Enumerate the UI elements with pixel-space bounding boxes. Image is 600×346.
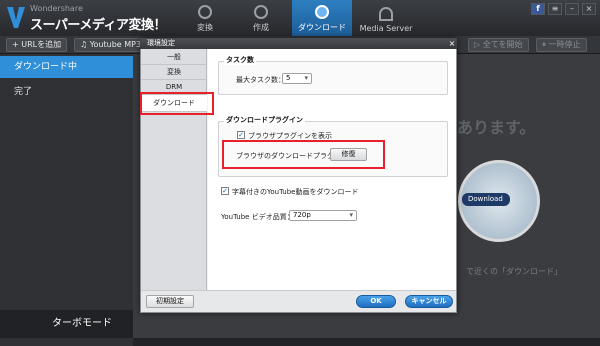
nav-item-convert[interactable]: 変換: [141, 65, 207, 80]
minimize-button[interactable]: –: [565, 3, 579, 15]
highlight-box-repair: [222, 140, 385, 169]
pause-all-button[interactable]: ⏸ 一時停止: [536, 38, 587, 52]
ok-button[interactable]: OK: [356, 295, 396, 308]
hint-text: で近くの「ダウンロード」: [466, 267, 562, 276]
tab-create[interactable]: 作成: [238, 0, 284, 36]
quality-select[interactable]: 720p: [289, 210, 357, 221]
tab-download-label: ダウンロード: [298, 23, 346, 32]
turbo-mode-label[interactable]: ターボモード: [0, 310, 133, 338]
add-url-button[interactable]: + URLを追加: [6, 38, 68, 52]
download-icon: [315, 5, 329, 19]
download-pill: Download: [462, 193, 510, 206]
wifi-icon: [379, 7, 393, 21]
disc-icon: [254, 5, 268, 19]
facebook-icon[interactable]: f: [531, 3, 545, 15]
highlight-box-download-nav: [140, 92, 214, 115]
subtitle-option-label: 字幕付きのYouTube動画をダウンロード: [232, 188, 359, 196]
subtitle-checkbox[interactable]: ✓: [221, 187, 229, 195]
tab-convert[interactable]: 変換: [184, 0, 226, 36]
max-tasks-select[interactable]: 5: [282, 73, 312, 84]
start-all-button[interactable]: ▷ 全てを開始: [468, 38, 529, 52]
app-window: Wondershare スーパーメディア変換！ 変換 作成 ダウンロード Med…: [0, 0, 600, 346]
status-strip: [133, 338, 600, 346]
tab-convert-label: 変換: [197, 23, 213, 32]
tab-media-server-label: Media Server: [359, 24, 413, 33]
quality-label: YouTube ビデオ品質：: [221, 213, 294, 221]
reset-defaults-button[interactable]: 初期設定: [146, 295, 194, 308]
tab-create-label: 作成: [253, 23, 269, 32]
app-logo-icon: [7, 7, 25, 28]
nav-item-general[interactable]: 一般: [141, 50, 207, 65]
brand-name: スーパーメディア変換！: [30, 18, 166, 33]
empty-message: あります。: [457, 118, 536, 137]
show-plugin-checkbox[interactable]: ✓: [237, 131, 245, 139]
dialog-close-button[interactable]: ×: [447, 38, 457, 49]
menu-button[interactable]: ≡: [548, 3, 562, 15]
sidebar-item-completed[interactable]: 完了: [0, 82, 133, 102]
close-button[interactable]: ×: [582, 3, 596, 15]
dialog-title: 環境設定: [140, 38, 457, 49]
cancel-button[interactable]: キャンセル: [405, 295, 453, 308]
tab-download[interactable]: ダウンロード: [292, 0, 352, 36]
youtube-mp3-button[interactable]: ♫ Youtube MP3: [74, 38, 148, 52]
window-controls: f ≡ – ×: [531, 3, 596, 15]
task-count-title: タスク数: [224, 55, 256, 65]
brand-name-small: Wondershare: [30, 4, 83, 13]
max-tasks-label: 最大タスク数：: [236, 76, 285, 84]
tab-media-server[interactable]: Media Server: [356, 0, 416, 36]
sidebar-item-downloading[interactable]: ダウンロード中: [0, 56, 133, 78]
download-plugin-title: ダウンロードプラグイン: [224, 115, 305, 125]
convert-icon: [198, 5, 212, 19]
